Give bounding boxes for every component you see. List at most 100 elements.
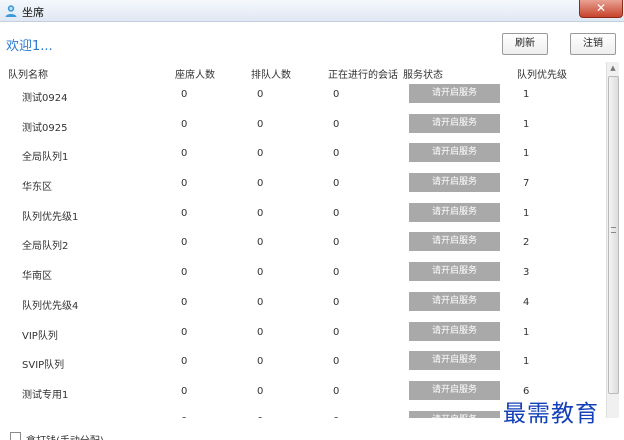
scroll-thumb[interactable] <box>608 76 619 394</box>
seat-count-cell: 0 <box>181 178 188 190</box>
watermark-logo: 最需教育 <box>501 394 601 428</box>
queue-name-cell: 华东区 <box>22 182 52 194</box>
table-row[interactable]: 测试0925 0 0 0 1 请开启服务 <box>0 110 606 140</box>
queue-name-cell: 测试0925 <box>22 122 68 134</box>
queue-name-cell: SVIP队列 <box>22 360 65 372</box>
seat-count-cell: 0 <box>181 356 188 368</box>
app-user-icon <box>5 5 17 17</box>
seat-count-cell: 0 <box>181 237 188 249</box>
queue-count-cell: 0 <box>257 326 264 338</box>
start-service-button[interactable]: 请开启服务 <box>409 321 500 341</box>
queue-count-cell: 0 <box>257 118 264 130</box>
queue-name-cell: 测试专用1 <box>22 389 69 401</box>
start-service-button[interactable]: 请开启服务 <box>409 84 500 103</box>
logout-button[interactable]: 注销 <box>570 33 616 55</box>
start-service-button[interactable]: 请开启服务 <box>409 380 500 400</box>
queue-name-cell: 华南区 <box>22 271 52 283</box>
start-service-button[interactable]: 请开启服务 <box>409 232 500 252</box>
priority-cell: 4 <box>523 296 530 308</box>
start-service-button[interactable]: 请开启服务 <box>409 143 500 163</box>
start-service-button[interactable]: 请开启服务 <box>409 173 500 193</box>
priority-cell: 1 <box>523 148 530 160</box>
queue-count-cell: 0 <box>257 148 264 160</box>
refresh-button[interactable]: 刷新 <box>502 33 548 55</box>
queue-name-cell: 队列优先级4 <box>22 300 79 312</box>
queue-name-cell: 全局队列1 <box>22 152 69 164</box>
header-seat-count: 座席人数 <box>175 70 215 81</box>
seat-count-cell: 0 <box>181 89 188 100</box>
seat-count-cell: 0 <box>181 326 188 338</box>
table-body: 测试0924 0 0 0 1 请开启服务 测试0925 0 0 0 1 请开启服务 全局队列1 0 0 0 1 请… <box>0 80 606 418</box>
active-sessions-cell: 0 <box>333 385 340 397</box>
table-row[interactable]: SVIP队列 0 0 0 1 请开启服务 <box>0 347 606 377</box>
active-sessions-cell: 0 <box>333 237 340 249</box>
seat-count-cell: 0 <box>181 385 188 397</box>
queue-count-cell: 0 <box>257 89 264 100</box>
queue-count-cell: 0 <box>257 385 264 397</box>
active-sessions-cell: 0 <box>333 326 340 338</box>
active-sessions-cell: 0 <box>333 207 340 219</box>
seat-count-cell: 0 <box>181 148 188 160</box>
manual-assign-label: 拿打钱(手动分配) <box>26 432 104 440</box>
start-service-button[interactable]: 请开启服务 <box>409 113 500 133</box>
queue-count-cell: 0 <box>257 296 264 308</box>
active-sessions-cell: 0 <box>333 178 340 190</box>
priority-cell: 1 <box>523 356 530 368</box>
table-row[interactable]: 华东区 0 0 0 7 请开启服务 <box>0 169 606 199</box>
queue-count-cell: 0 <box>257 267 264 279</box>
header-queue-count: 排队人数 <box>251 70 291 81</box>
queue-name-cell: 队列优先级1 <box>22 211 79 223</box>
window-title: 坐席 <box>22 6 44 19</box>
queue-name-cell: 全局队列2 <box>22 241 69 253</box>
manual-assign-checkbox[interactable] <box>10 432 21 440</box>
start-service-button[interactable]: 请开启服务 <box>409 262 500 282</box>
priority-cell: 2 <box>523 237 530 249</box>
table-row[interactable]: 华南区 0 0 0 3 请开启服务 <box>0 258 606 288</box>
start-service-button[interactable]: 请开启服务 <box>409 202 500 222</box>
queue-name-cell: VIP队列 <box>22 330 58 342</box>
header-service-status: 服务状态 <box>403 70 443 81</box>
scroll-up-arrow-icon[interactable]: ▲ <box>607 62 619 75</box>
queue-count-cell: 0 <box>257 356 264 368</box>
active-sessions-cell: 0 <box>333 89 340 100</box>
queue-count-cell: 0 <box>257 207 264 219</box>
queue-name-cell: 测试0924 <box>22 93 68 104</box>
active-sessions-cell: 0 <box>333 118 340 130</box>
start-service-button[interactable]: 请开启服务 <box>409 410 500 418</box>
table-row[interactable]: 测试0924 0 0 0 1 请开启服务 <box>0 80 606 110</box>
header-queue-name: 队列名称 <box>8 70 48 81</box>
queue-count-cell: 0 <box>257 237 264 249</box>
table-row[interactable]: 全局队列1 0 0 0 1 请开启服务 <box>0 139 606 169</box>
priority-cell: 7 <box>523 178 530 190</box>
seat-count-cell: 0 <box>181 267 188 279</box>
priority-cell: 1 <box>523 207 530 219</box>
seat-count-cell: 0 <box>181 118 188 130</box>
vertical-scrollbar[interactable]: ▲ <box>606 62 619 418</box>
start-service-button[interactable]: 请开启服务 <box>409 291 500 311</box>
table-row[interactable]: VIP队列 0 0 0 1 请开启服务 <box>0 318 606 348</box>
seat-count-cell: 0 <box>181 207 188 219</box>
title-bar: 坐席 ✕ <box>0 0 624 22</box>
priority-cell: 1 <box>523 326 530 338</box>
table-row[interactable]: 队列优先级1 0 0 0 1 请开启服务 <box>0 199 606 229</box>
welcome-text: 欢迎1... <box>6 39 53 54</box>
close-button[interactable]: ✕ <box>579 0 623 18</box>
active-sessions-cell: 0 <box>333 356 340 368</box>
priority-cell: 1 <box>523 118 530 130</box>
priority-cell: 3 <box>523 267 530 279</box>
header-queue-priority: 队列优先级 <box>517 70 567 81</box>
table-header: 队列名称 座席人数 排队人数 正在进行的会话 服务状态 队列优先级 <box>0 62 606 82</box>
toolbar: 欢迎1... 刷新 注销 <box>0 22 624 62</box>
header-active-sessions: 正在进行的会话 <box>328 70 398 81</box>
queue-table: 队列名称 座席人数 排队人数 正在进行的会话 服务状态 队列优先级 测试0924… <box>0 62 606 418</box>
grip-icon <box>611 227 616 233</box>
start-service-button[interactable]: 请开启服务 <box>409 351 500 371</box>
active-sessions-cell: 0 <box>333 296 340 308</box>
priority-cell: 1 <box>523 89 530 100</box>
active-sessions-cell: 0 <box>333 267 340 279</box>
active-sessions-cell: 0 <box>333 148 340 160</box>
seat-count-cell: 0 <box>181 296 188 308</box>
table-row[interactable]: 队列优先级4 0 0 0 4 请开启服务 <box>0 288 606 318</box>
table-row[interactable]: 全局队列2 0 0 0 2 请开启服务 <box>0 228 606 258</box>
queue-count-cell: 0 <box>257 178 264 190</box>
